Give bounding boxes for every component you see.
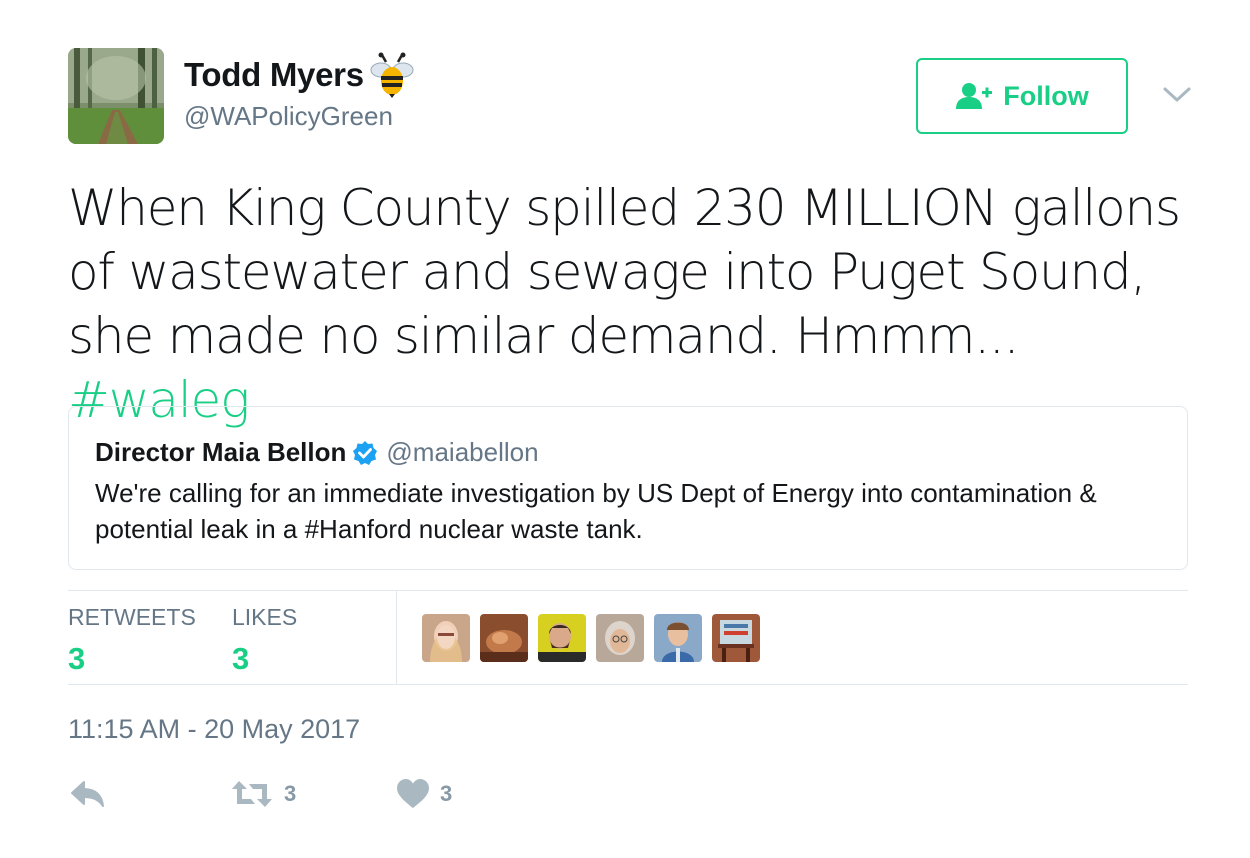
quoted-tweet[interactable]: Director Maia Bellon @maiabellon We're c… [68,406,1188,570]
retweets-label: RETWEETS [68,604,196,630]
retweets-stat[interactable]: RETWEETS 3 [68,604,196,677]
tweet-timestamp[interactable]: 11:15 AM - 20 May 2017 [68,714,360,745]
author-name-row: Todd Myers [184,52,416,98]
quoted-author-handle: @maiabellon [386,437,539,467]
author-name[interactable]: Todd Myers [184,56,364,94]
heart-icon [397,779,429,808]
author-avatar[interactable] [68,48,164,144]
liker-avatar[interactable] [480,614,528,662]
likes-stat[interactable]: LIKES 3 [232,604,297,677]
retweet-icon [232,781,272,807]
verified-badge-icon [353,440,378,465]
reply-icon [71,781,104,807]
liker-avatar[interactable] [422,614,470,662]
liker-avatar[interactable] [654,614,702,662]
quoted-tweet-header: Director Maia Bellon @maiabellon [95,437,539,468]
quoted-tweet-text: We're calling for an immediate investiga… [95,478,1097,544]
likes-count: 3 [232,641,250,676]
like-action-count: 3 [440,781,453,806]
add-user-icon [956,83,993,109]
tweet-body: When King County spilled 230 MILLION gal… [68,179,1181,365]
bee-emoji-icon [370,52,414,98]
follow-button[interactable]: Follow [916,58,1128,134]
author-handle[interactable]: @WAPolicyGreen [184,101,393,132]
reply-button[interactable] [70,778,106,810]
liker-avatars [422,614,770,662]
retweet-action-count: 3 [284,781,297,806]
like-button[interactable]: 3 [396,778,452,810]
stats-divider-bottom [68,684,1188,685]
liker-avatar[interactable] [596,614,644,662]
chevron-down-icon[interactable] [1162,84,1192,106]
liker-avatar[interactable] [538,614,586,662]
liker-avatar[interactable] [712,614,760,662]
retweet-button[interactable]: 3 [230,778,296,810]
follow-button-label: Follow [1003,80,1089,111]
quoted-author-name: Director Maia Bellon [95,437,347,467]
tweet-text: When King County spilled 230 MILLION gal… [68,176,1198,432]
retweets-count: 3 [68,641,86,676]
likes-label: LIKES [232,604,298,630]
stats-divider-top [68,590,1188,591]
stats-divider-vertical [396,591,397,684]
